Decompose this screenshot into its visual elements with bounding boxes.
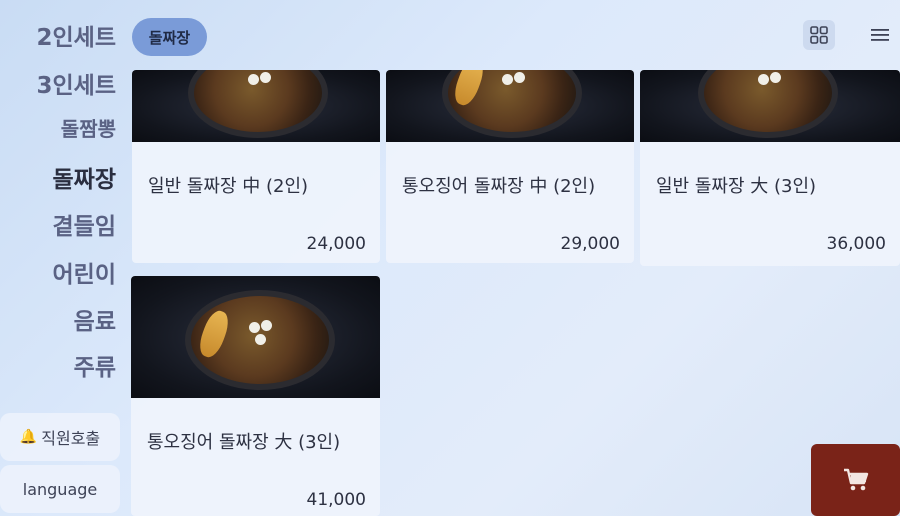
category-3-person-set[interactable]: 3인세트 bbox=[37, 66, 116, 100]
current-category-chip[interactable]: 돌짜장 bbox=[132, 18, 207, 56]
staff-call-button[interactable]: 🔔 직원호출 bbox=[0, 413, 120, 461]
category-stone-jjajang[interactable]: 돌짜장 bbox=[53, 160, 116, 194]
menu-item-photo bbox=[640, 70, 900, 142]
menu-item-card[interactable]: 일반 돌짜장 中 (2인) 24,000 bbox=[132, 70, 380, 263]
menu-item-photo bbox=[386, 70, 634, 142]
menu-button[interactable] bbox=[864, 20, 896, 50]
grid-icon bbox=[810, 26, 828, 44]
menu-item-card[interactable]: 일반 돌짜장 大 (3인) 36,000 bbox=[640, 70, 900, 266]
category-sides[interactable]: 곁들임 bbox=[53, 207, 116, 241]
category-sidebar: 2인세트 3인세트 돌짬뽕 돌짜장 곁들임 어린이 음료 주류 🔔 직원호출 l… bbox=[0, 0, 122, 516]
staff-call-label: 직원호출 bbox=[41, 429, 101, 448]
hamburger-icon bbox=[871, 29, 889, 41]
menu-item-card[interactable]: 통오징어 돌짜장 中 (2인) 29,000 bbox=[386, 70, 634, 263]
bell-icon: 🔔 bbox=[19, 429, 38, 445]
menu-item-photo bbox=[132, 70, 380, 142]
category-2-person-set[interactable]: 2인세트 bbox=[37, 18, 116, 52]
category-drinks[interactable]: 음료 bbox=[74, 302, 116, 336]
menu-item-name: 통오징어 돌짜장 中 (2인) bbox=[402, 176, 596, 197]
grid-view-button[interactable] bbox=[803, 20, 835, 50]
category-stone-jjamppong[interactable]: 돌짬뽕 bbox=[61, 113, 116, 142]
menu-item-name: 일반 돌짜장 中 (2인) bbox=[148, 176, 309, 197]
category-alcohol[interactable]: 주류 bbox=[74, 348, 116, 382]
menu-item-card[interactable]: 통오징어 돌짜장 大 (3인) 41,000 bbox=[131, 276, 380, 516]
cart-icon bbox=[843, 468, 868, 491]
menu-item-price: 41,000 bbox=[306, 490, 366, 510]
menu-item-name: 통오징어 돌짜장 大 (3인) bbox=[147, 432, 341, 453]
menu-item-price: 36,000 bbox=[826, 234, 886, 254]
language-label: language bbox=[22, 479, 98, 499]
menu-item-photo bbox=[131, 276, 380, 398]
category-kids[interactable]: 어린이 bbox=[53, 255, 116, 289]
menu-item-price: 24,000 bbox=[306, 234, 366, 254]
menu-item-price: 29,000 bbox=[560, 234, 620, 254]
cart-button[interactable] bbox=[811, 444, 900, 516]
language-button[interactable]: language bbox=[0, 465, 120, 513]
menu-item-name: 일반 돌짜장 大 (3인) bbox=[656, 176, 817, 197]
